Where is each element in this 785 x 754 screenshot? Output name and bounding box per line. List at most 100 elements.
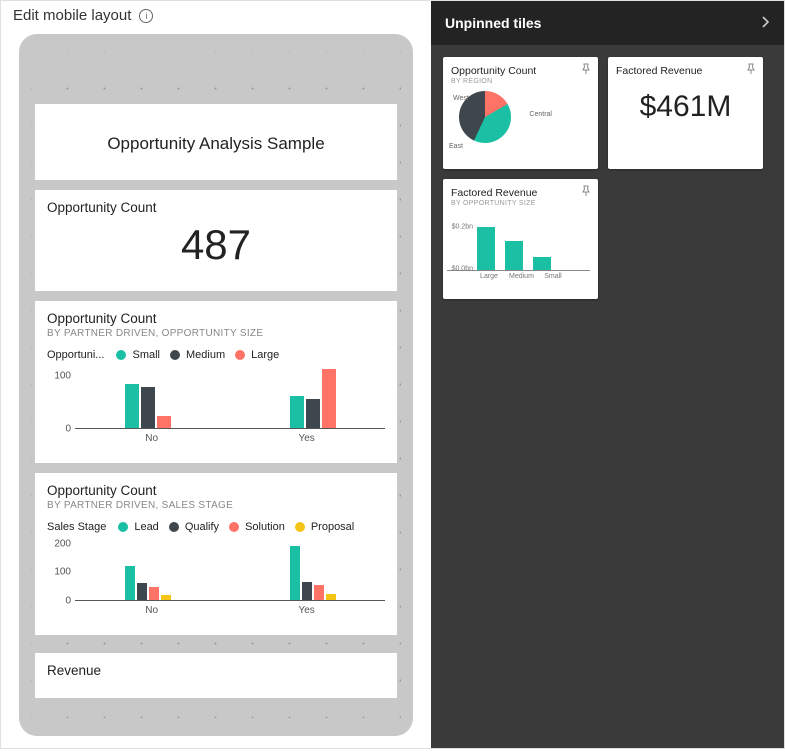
legend-swatch-large [235, 350, 245, 360]
bar-large [322, 369, 336, 428]
bar-groups [75, 367, 385, 429]
y-tick: 0 [65, 596, 71, 607]
phone-frame: Opportunity Analysis Sample Opportunity … [19, 34, 413, 736]
unpinned-header[interactable]: Unpinned tiles [431, 1, 784, 45]
unpinned-title: Unpinned tiles [445, 15, 541, 31]
chart-plot-area: 100 0 [35, 367, 397, 463]
tile-opp-count-by-stage[interactable]: Opportunity Count BY PARTNER DRIVEN, SAL… [35, 473, 397, 635]
y-tick: $0.0bn [452, 265, 473, 272]
legend-item: Qualify [185, 521, 219, 533]
pie-label-east: East [449, 143, 463, 150]
bar-group-yes [290, 539, 336, 600]
x-tick: Yes [298, 433, 314, 444]
tile-title: Opportunity Count [35, 473, 397, 500]
chevron-right-icon[interactable] [762, 15, 770, 31]
x-tick: Yes [298, 605, 314, 616]
bar-group-no [125, 539, 171, 600]
bar-medium [505, 241, 523, 270]
legend-item: Solution [245, 521, 285, 533]
legend-field-label: Sales Stage [47, 521, 106, 533]
bar-lead [125, 566, 135, 600]
unpinned-tiles-grid: Opportunity Count BY REGION West East Ce… [431, 45, 784, 311]
kpi-value: 487 [35, 217, 397, 291]
legend-swatch-proposal [295, 522, 305, 532]
tile-title: Opportunity Count [35, 190, 397, 217]
bar-qualify [137, 583, 147, 600]
legend-swatch-qualify [169, 522, 179, 532]
unpinned-panel: Unpinned tiles Opportunity Count BY REGI… [431, 1, 784, 748]
bar-large [157, 416, 171, 428]
tile-title: Revenue [35, 653, 397, 680]
bar-proposal [161, 595, 171, 600]
x-tick: Medium [509, 273, 533, 280]
x-tick: Small [541, 273, 565, 280]
mini-x-axis: Large Medium Small [447, 273, 590, 280]
legend-item: Small [132, 349, 160, 361]
pie-label-central: Central [529, 111, 552, 118]
pie-label-west: West [453, 95, 469, 102]
y-tick: 100 [54, 371, 71, 382]
mini-tile-title: Factored Revenue [443, 179, 598, 200]
legend-item: Lead [134, 521, 158, 533]
bar-group-no [125, 367, 171, 428]
mini-tile-title: Factored Revenue [608, 57, 763, 78]
tile-subtitle: BY PARTNER DRIVEN, SALES STAGE [35, 500, 397, 517]
legend-item: Proposal [311, 521, 354, 533]
pin-icon[interactable] [745, 63, 757, 78]
pin-icon[interactable] [580, 185, 592, 200]
mini-tile-title: Opportunity Count [443, 57, 598, 78]
pin-icon[interactable] [580, 63, 592, 78]
bar-medium [306, 399, 320, 428]
unpinned-tile-factored-by-size[interactable]: Factored Revenue BY OPPORTUNITY SIZE $0.… [443, 179, 598, 299]
chart-legend: Opportuni... Small Medium Large [35, 345, 397, 367]
x-axis: No Yes [75, 601, 385, 616]
bar-small [533, 257, 551, 270]
y-axis: 200 100 0 [47, 539, 73, 601]
mobile-layout-header: Edit mobile layout i [1, 1, 431, 30]
chart-plot-area: 200 100 0 [35, 539, 397, 635]
phone-canvas[interactable]: Opportunity Analysis Sample Opportunity … [31, 52, 401, 718]
bar-proposal [326, 594, 336, 600]
mobile-layout-title: Edit mobile layout [13, 7, 131, 24]
app-root: Edit mobile layout i Opportunity Analysi… [0, 0, 785, 749]
mini-tile-body: West East Central [449, 87, 592, 163]
mini-bar-plot: $0.2bn $0.0bn [447, 217, 590, 271]
bar-groups [75, 539, 385, 601]
bar-large [477, 227, 495, 270]
dashboard-title-text: Opportunity Analysis Sample [35, 134, 397, 154]
x-axis: No Yes [75, 429, 385, 444]
tile-title: Opportunity Count [35, 301, 397, 328]
legend-item: Medium [186, 349, 225, 361]
tile-revenue[interactable]: Revenue [35, 653, 397, 698]
legend-swatch-small [116, 350, 126, 360]
kpi-value: $461M [608, 78, 763, 124]
x-tick: Large [477, 273, 501, 280]
y-tick: 100 [54, 567, 71, 578]
bar-small [290, 396, 304, 428]
unpinned-tile-factored-revenue[interactable]: Factored Revenue $461M [608, 57, 763, 169]
bar-solution [314, 585, 324, 600]
tile-opp-count-by-size[interactable]: Opportunity Count BY PARTNER DRIVEN, OPP… [35, 301, 397, 463]
mini-tile-subtitle: BY OPPORTUNITY SIZE [443, 200, 598, 211]
mini-y-axis: $0.2bn $0.0bn [447, 217, 475, 270]
y-axis: 100 0 [47, 367, 73, 429]
legend-swatch-lead [118, 522, 128, 532]
x-tick: No [145, 433, 158, 444]
legend-swatch-medium [170, 350, 180, 360]
y-tick: $0.2bn [452, 223, 473, 230]
legend-swatch-solution [229, 522, 239, 532]
unpinned-tile-region-pie[interactable]: Opportunity Count BY REGION West East Ce… [443, 57, 598, 169]
bar-small [125, 384, 139, 428]
bar-solution [149, 587, 159, 600]
y-tick: 0 [65, 424, 71, 435]
legend-item: Large [251, 349, 279, 361]
tile-dashboard-title[interactable]: Opportunity Analysis Sample [35, 104, 397, 180]
info-icon[interactable]: i [139, 9, 153, 23]
bar-medium [141, 387, 155, 428]
tile-subtitle: BY PARTNER DRIVEN, OPPORTUNITY SIZE [35, 328, 397, 345]
y-tick: 200 [54, 538, 71, 549]
x-tick: No [145, 605, 158, 616]
tile-opportunity-count-kpi[interactable]: Opportunity Count 487 [35, 190, 397, 291]
mobile-layout-panel: Edit mobile layout i Opportunity Analysi… [1, 1, 431, 748]
chart-legend: Sales Stage Lead Qualify Solution Propos… [35, 517, 397, 539]
